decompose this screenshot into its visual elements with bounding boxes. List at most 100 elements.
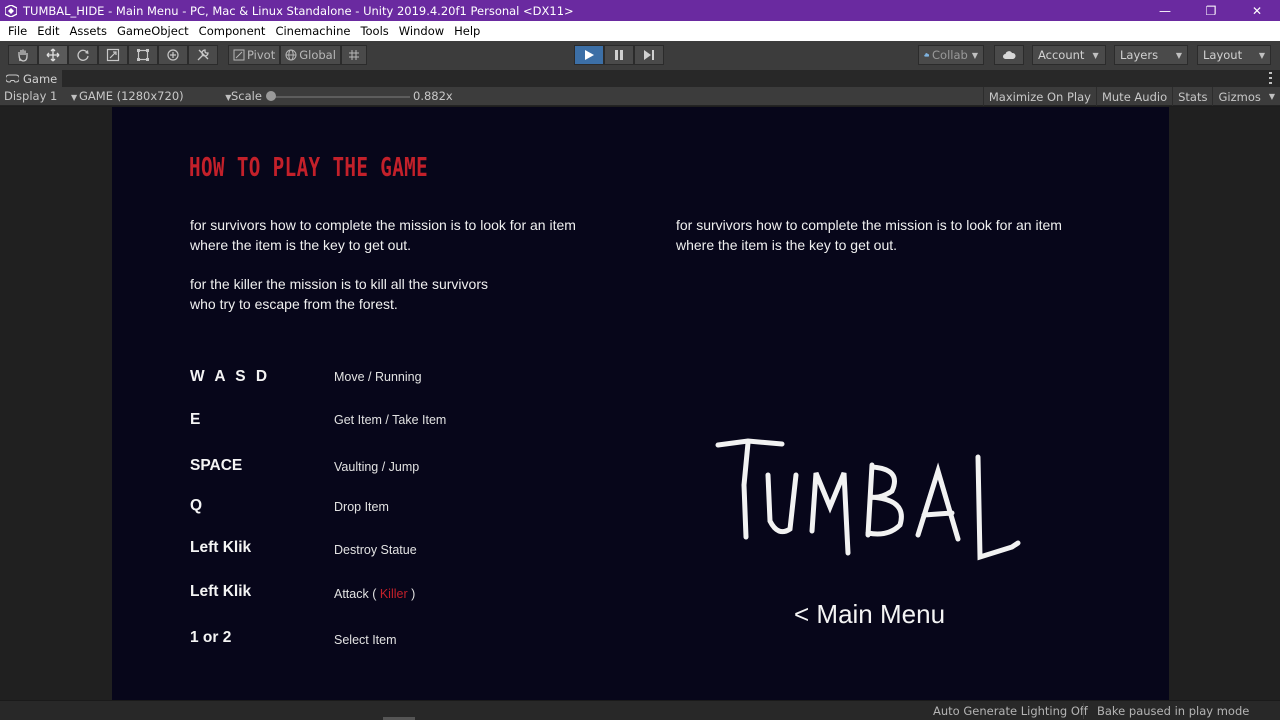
tab-options-icon[interactable]	[1269, 72, 1272, 84]
menu-assets[interactable]: Assets	[65, 24, 112, 38]
lighting-status[interactable]: Auto Generate Lighting Off	[933, 704, 1088, 718]
menu-window[interactable]: Window	[394, 24, 449, 38]
control-key: SPACE	[190, 457, 243, 474]
cloud-button[interactable]	[994, 45, 1024, 65]
display-dropdown[interactable]: Display 1 ▼	[4, 89, 77, 103]
maximize-on-play-toggle[interactable]: Maximize On Play	[982, 87, 1096, 106]
main-menu-button[interactable]: < Main Menu	[794, 599, 945, 630]
menu-bar: File Edit Assets GameObject Component Ci…	[0, 21, 1280, 41]
attack-prefix: Attack (	[334, 587, 380, 601]
control-action: Drop Item	[334, 500, 389, 514]
global-toggle[interactable]: Global	[280, 45, 341, 65]
menu-edit[interactable]: Edit	[32, 24, 64, 38]
window-titlebar: TUMBAL_HIDE - Main Menu - PC, Mac & Linu…	[0, 0, 1280, 21]
account-label: Account	[1038, 48, 1085, 62]
control-key: Q	[190, 497, 203, 514]
gizmos-label: Gizmos	[1218, 89, 1261, 104]
wrench-icon	[197, 49, 209, 61]
custom-tool-button[interactable]	[188, 45, 218, 65]
control-key: W A S D	[190, 368, 271, 385]
killer-line-2: who try to escape from the forest.	[190, 296, 398, 312]
move-icon	[46, 48, 60, 62]
right-line-1: for survivors how to complete the missio…	[676, 217, 1062, 233]
caret-down-icon: ▼	[1175, 50, 1182, 60]
pause-icon	[615, 50, 623, 60]
mute-audio-toggle[interactable]: Mute Audio	[1095, 87, 1172, 106]
close-button[interactable]: ✕	[1234, 0, 1280, 21]
gizmos-dropdown[interactable]: Gizmos ▼	[1212, 87, 1280, 106]
maximize-button[interactable]: ❐	[1188, 0, 1234, 21]
caret-down-icon: ▼	[71, 93, 78, 102]
menu-cinemachine[interactable]: Cinemachine	[270, 24, 355, 38]
game-screen[interactable]: HOW TO PLAY THE GAME for survivors how t…	[112, 107, 1169, 700]
collab-label: Collab	[932, 48, 968, 62]
game-view-toolbar: Display 1 ▼ GAME (1280x720) ▼ Scale 0.88…	[0, 87, 1280, 106]
control-action: Destroy Statue	[334, 543, 417, 557]
transform-tool-button[interactable]	[158, 45, 188, 65]
control-action: Vaulting / Jump	[334, 460, 420, 474]
menu-help[interactable]: Help	[449, 24, 485, 38]
control-action: Select Item	[334, 633, 397, 647]
menu-file[interactable]: File	[3, 24, 32, 38]
window-title: TUMBAL_HIDE - Main Menu - PC, Mac & Linu…	[23, 3, 574, 18]
scale-tool-button[interactable]	[98, 45, 128, 65]
menu-tools[interactable]: Tools	[355, 24, 393, 38]
rotate-icon	[77, 49, 89, 61]
grid-snap-button[interactable]	[340, 45, 367, 65]
caret-down-icon: ▼	[1258, 50, 1265, 60]
layout-dropdown[interactable]: Layout ▼	[1197, 45, 1271, 65]
collab-dropdown[interactable]: Collab ▼	[918, 45, 984, 65]
tab-game[interactable]: Game	[0, 70, 62, 87]
control-action: Move / Running	[334, 370, 422, 384]
main-toolbar: Pivot Global Collab ▼ Account ▼ Layers ▼…	[0, 41, 1280, 70]
survivors-line-1: for survivors how to complete the missio…	[190, 217, 576, 233]
grid-icon	[348, 50, 359, 60]
transform-icon	[167, 49, 179, 61]
scale-slider-track[interactable]	[270, 96, 410, 98]
globe-icon	[285, 49, 297, 61]
killer-instructions: for the killer the mission is to kill al…	[190, 274, 488, 314]
survivors-line-2: where the item is the key to get out.	[190, 237, 412, 253]
play-icon	[585, 50, 594, 60]
pivot-toggle[interactable]: Pivot	[228, 45, 281, 65]
rect-tool-button[interactable]	[128, 45, 158, 65]
control-action: Get Item / Take Item	[334, 413, 447, 427]
tab-row: Game	[0, 70, 1280, 87]
control-key: 1 or 2	[190, 629, 232, 646]
rotate-tool-button[interactable]	[68, 45, 98, 65]
right-survivors-instructions: for survivors how to complete the missio…	[676, 215, 1062, 255]
hand-tool-button[interactable]	[8, 45, 38, 65]
unity-logo-icon	[5, 4, 17, 17]
caret-down-icon: ▼	[1268, 92, 1275, 101]
control-key: Left Klik	[190, 539, 252, 556]
scale-slider-handle[interactable]	[266, 91, 276, 101]
play-button[interactable]	[574, 45, 604, 65]
menu-component[interactable]: Component	[194, 24, 271, 38]
layers-dropdown[interactable]: Layers ▼	[1114, 45, 1188, 65]
tab-game-label: Game	[23, 71, 58, 86]
account-dropdown[interactable]: Account ▼	[1032, 45, 1106, 65]
caret-down-icon: ▼	[1092, 50, 1099, 60]
menu-gameobject[interactable]: GameObject	[112, 24, 194, 38]
layers-label: Layers	[1120, 48, 1159, 62]
control-key: Left Klik	[190, 583, 252, 600]
minimize-button[interactable]: —	[1142, 0, 1188, 21]
scale-label: Scale	[231, 89, 262, 103]
survivors-instructions: for survivors how to complete the missio…	[190, 215, 576, 255]
status-bar: Auto Generate Lighting Off Bake paused i…	[0, 700, 1280, 720]
display-label: Display 1	[4, 89, 58, 103]
attack-suffix: )	[407, 587, 416, 601]
control-key: E	[190, 411, 201, 428]
resolution-dropdown[interactable]: GAME (1280x720) ▼	[79, 89, 231, 103]
stats-toggle[interactable]: Stats	[1172, 87, 1212, 106]
move-tool-button[interactable]	[38, 45, 68, 65]
layout-label: Layout	[1203, 48, 1243, 62]
pause-button[interactable]	[604, 45, 634, 65]
how-to-play-heading: HOW TO PLAY THE GAME	[189, 153, 429, 183]
step-button[interactable]	[634, 45, 664, 65]
right-line-2: where the item is the key to get out.	[676, 237, 898, 253]
killer-line-1: for the killer the mission is to kill al…	[190, 276, 488, 292]
cloud-up-icon	[924, 53, 930, 57]
resolution-label: GAME (1280x720)	[79, 89, 184, 103]
pivot-icon	[233, 49, 245, 61]
